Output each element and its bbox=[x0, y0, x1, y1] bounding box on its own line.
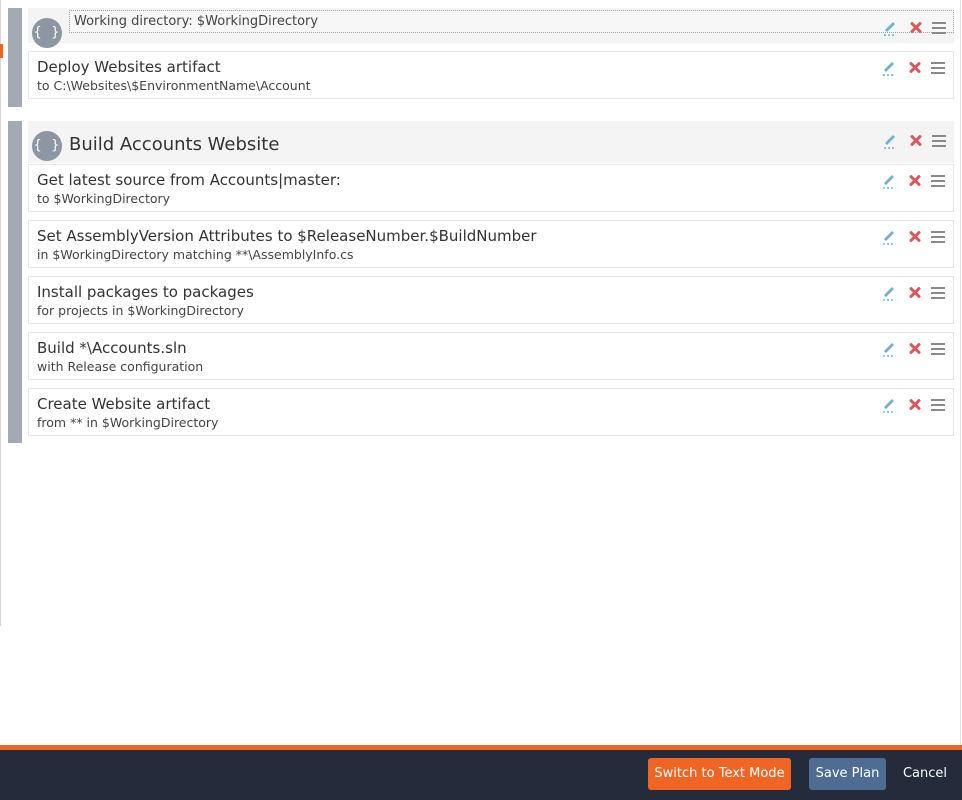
block-actions bbox=[882, 131, 948, 151]
step-item[interactable]: Set AssemblyVersion Attributes to $Relea… bbox=[28, 220, 954, 268]
cancel-button[interactable]: Cancel bbox=[898, 758, 952, 790]
step-title: Set AssemblyVersion Attributes to $Relea… bbox=[37, 227, 537, 245]
drag-handle-icon[interactable] bbox=[931, 227, 947, 247]
block-bar[interactable] bbox=[8, 121, 22, 443]
switch-to-text-mode-button[interactable]: Switch to Text Mode bbox=[648, 758, 791, 790]
accent-marker bbox=[0, 44, 3, 58]
pencil-icon[interactable] bbox=[881, 395, 897, 415]
close-icon[interactable] bbox=[907, 227, 923, 247]
working-directory-label[interactable]: Working directory: $WorkingDirectory bbox=[69, 10, 954, 33]
step-title: Get latest source from Accounts|master: bbox=[37, 171, 341, 189]
pencil-icon[interactable] bbox=[881, 171, 897, 191]
pencil-icon[interactable] bbox=[881, 339, 897, 359]
step-item[interactable]: Install packages to packages for project… bbox=[28, 276, 954, 324]
step-description: to C:\Websites\$EnvironmentName\Account bbox=[37, 78, 311, 93]
pencil-icon[interactable] bbox=[881, 58, 897, 78]
step-description: from ** in $WorkingDirectory bbox=[37, 415, 219, 430]
drag-handle-icon[interactable] bbox=[931, 58, 947, 78]
step-actions bbox=[881, 283, 947, 303]
braces-icon: { } bbox=[32, 131, 62, 161]
step-description: in $WorkingDirectory matching **\Assembl… bbox=[37, 247, 354, 262]
pencil-icon[interactable] bbox=[881, 283, 897, 303]
pencil-icon[interactable] bbox=[882, 131, 898, 151]
plan-editor: { } Working directory: $WorkingDirectory… bbox=[0, 0, 962, 800]
step-description: to $WorkingDirectory bbox=[37, 191, 171, 206]
close-icon[interactable] bbox=[908, 131, 924, 151]
block-header: { } Working directory: $WorkingDirectory bbox=[28, 8, 954, 48]
braces-icon: { } bbox=[32, 18, 62, 48]
close-icon[interactable] bbox=[907, 339, 923, 359]
footer-bar: Switch to Text Mode Save Plan Cancel bbox=[0, 750, 962, 800]
drag-handle-icon[interactable] bbox=[931, 283, 947, 303]
close-icon[interactable] bbox=[907, 171, 923, 191]
step-description: with Release configuration bbox=[37, 359, 204, 374]
close-icon[interactable] bbox=[907, 395, 923, 415]
step-actions bbox=[881, 339, 947, 359]
step-item[interactable]: Build *\Accounts.sln with Release config… bbox=[28, 332, 954, 380]
context-block: { } Working directory: $WorkingDirectory… bbox=[8, 8, 954, 107]
close-icon[interactable] bbox=[908, 18, 924, 38]
drag-handle-icon[interactable] bbox=[931, 395, 947, 415]
close-icon[interactable] bbox=[907, 283, 923, 303]
step-actions bbox=[881, 227, 947, 247]
close-icon[interactable] bbox=[907, 58, 923, 78]
step-title: Create Website artifact bbox=[37, 395, 211, 413]
step-item[interactable]: Get latest source from Accounts|master: … bbox=[28, 164, 954, 212]
block-header: { } Build Accounts Website bbox=[28, 121, 954, 163]
left-border bbox=[0, 0, 1, 626]
block-bar[interactable] bbox=[8, 8, 22, 107]
drag-handle-icon[interactable] bbox=[931, 339, 947, 359]
block-actions bbox=[882, 18, 948, 38]
step-actions bbox=[881, 58, 947, 78]
step-actions bbox=[881, 171, 947, 191]
step-item[interactable]: Deploy Websites artifact to C:\Websites\… bbox=[28, 51, 954, 99]
step-actions bbox=[881, 395, 947, 415]
step-description: for projects in $WorkingDirectory bbox=[37, 303, 244, 318]
step-title: Build *\Accounts.sln bbox=[37, 339, 187, 357]
drag-handle-icon[interactable] bbox=[931, 171, 947, 191]
step-item[interactable]: Create Website artifact from ** in $Work… bbox=[28, 388, 954, 436]
drag-handle-icon[interactable] bbox=[932, 131, 948, 151]
block-title[interactable]: Build Accounts Website bbox=[69, 134, 279, 155]
right-border bbox=[960, 0, 961, 745]
step-title: Install packages to packages bbox=[37, 283, 254, 301]
build-block: { } Build Accounts Website Get latest so… bbox=[8, 121, 954, 443]
pencil-icon[interactable] bbox=[882, 18, 898, 38]
step-title: Deploy Websites artifact bbox=[37, 58, 221, 76]
save-plan-button[interactable]: Save Plan bbox=[809, 758, 886, 790]
pencil-icon[interactable] bbox=[881, 227, 897, 247]
drag-handle-icon[interactable] bbox=[932, 18, 948, 38]
